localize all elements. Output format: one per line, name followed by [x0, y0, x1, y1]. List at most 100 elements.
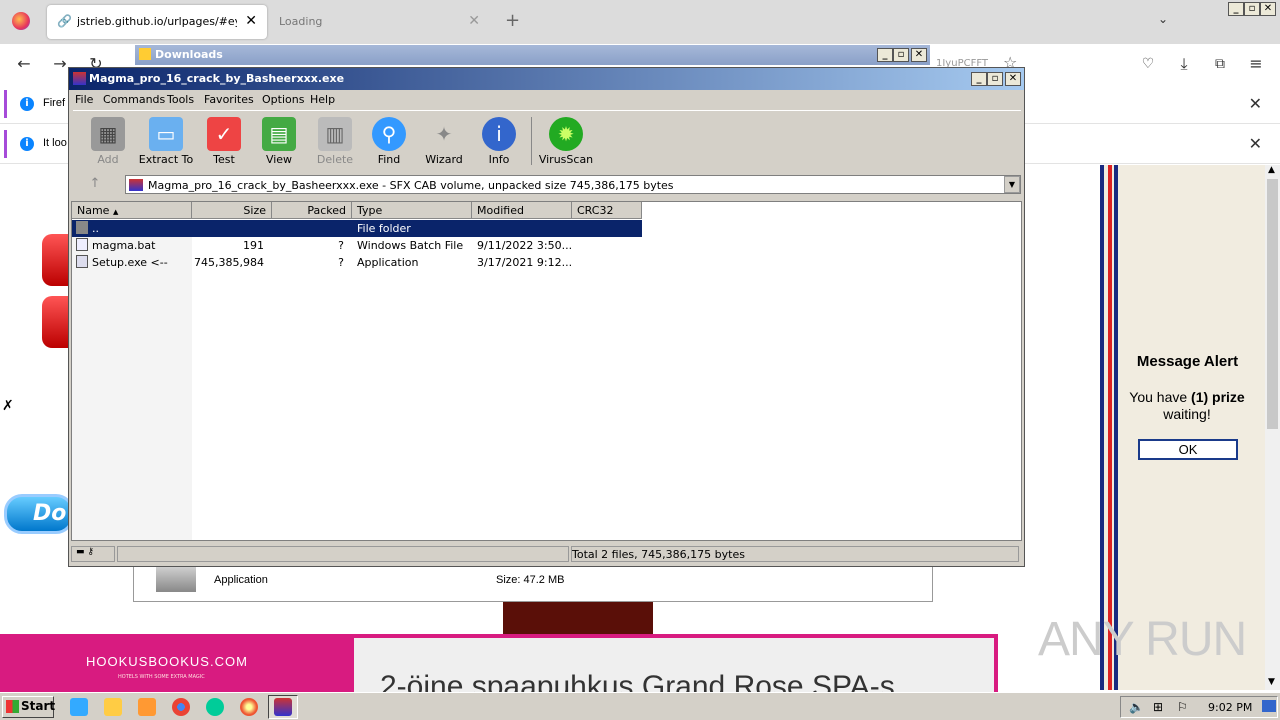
extensions-icon[interactable]: ⧉ [1206, 50, 1234, 78]
tab-active[interactable]: 🔗 jstrieb.github.io/urlpages/#eyJ2Z ✕ [47, 5, 267, 39]
explorer-icon[interactable] [104, 698, 122, 716]
downloads-window[interactable]: Downloads _ ▫ ✕ [135, 45, 930, 65]
file-list[interactable]: Name ▲ Size Packed Type Modified CRC32 .… [71, 201, 1022, 541]
tab-title: Loading [279, 15, 323, 28]
find-button[interactable]: ⚲ Find [361, 111, 417, 171]
toolbar-label: Wizard [425, 153, 463, 166]
menu-file[interactable]: File [75, 93, 93, 106]
title-bar[interactable]: Magma_pro_16_crack_by_Basheerxxx.exe _ ▫… [69, 68, 1024, 90]
column-crc32[interactable]: CRC32 [572, 202, 642, 219]
start-button[interactable]: Start [2, 696, 55, 718]
column-modified[interactable]: Modified [472, 202, 572, 219]
scroll-down-icon[interactable]: ▼ [1268, 677, 1275, 687]
close-icon[interactable]: ✕ [1249, 94, 1262, 113]
path-combobox[interactable]: Magma_pro_16_crack_by_Basheerxxx.exe - S… [125, 175, 1021, 194]
toolbar-label: View [265, 153, 293, 166]
flag-icon[interactable]: ⚐ [1177, 700, 1188, 714]
status-panel: Total 2 files, 745,386,175 bytes [571, 546, 1019, 562]
sort-asc-icon: ▲ [112, 208, 119, 216]
wizard-button[interactable]: ✦ Wizard [416, 111, 472, 171]
cell-modified: 9/11/2022 3:50... [477, 239, 573, 252]
dropdown-icon[interactable]: ▼ [1004, 176, 1020, 193]
page-scrollbar[interactable]: ▲ ▼ [1265, 165, 1280, 690]
winrar-window: Magma_pro_16_crack_by_Basheerxxx.exe _ ▫… [68, 67, 1025, 567]
info-icon: i [20, 137, 34, 151]
firefox-icon[interactable] [240, 698, 258, 716]
tab-loading[interactable]: Loading ✕ [270, 5, 490, 39]
add-icon: ▦ [91, 117, 125, 151]
window-title: Downloads [155, 48, 223, 61]
pocket-icon[interactable]: ♡ [1134, 50, 1162, 78]
new-tab-icon[interactable]: + [505, 10, 520, 31]
cell-type: Application [357, 256, 419, 269]
system-tray: 🔈 ⊞ ⚐ [1120, 696, 1278, 718]
column-name[interactable]: Name ▲ [72, 202, 192, 219]
extract-to-button[interactable]: ▭ Extract To [136, 111, 196, 171]
notification-text: Firef [43, 97, 65, 109]
up-arrow-icon[interactable]: ↑ [77, 176, 113, 194]
menu-tools[interactable]: Tools [167, 93, 194, 106]
drive-icon[interactable]: ▬ ⚷ [71, 546, 115, 562]
winrar-icon [73, 72, 86, 85]
edge-icon[interactable] [206, 698, 224, 716]
media-player-icon[interactable] [138, 698, 156, 716]
close-icon[interactable]: ✕ [468, 13, 480, 29]
notification-accent [4, 130, 7, 158]
network-icon[interactable]: ⊞ [1153, 700, 1163, 714]
table-row[interactable]: .. File folder [72, 220, 642, 237]
maximize-button[interactable]: ▫ [987, 72, 1003, 86]
winrar-taskbar-button[interactable] [268, 695, 298, 719]
column-type[interactable]: Type [352, 202, 472, 219]
view-button[interactable]: ▤ View [251, 111, 307, 171]
toolbar-label: Find [377, 153, 401, 166]
tab-title: jstrieb.github.io/urlpages/#eyJ2Z [77, 15, 237, 28]
ie-icon[interactable] [70, 698, 88, 716]
menu-options[interactable]: Options [262, 93, 304, 106]
table-row[interactable]: magma.bat 191 ? Windows Batch File 9/11/… [72, 237, 642, 254]
download-button-label: Do [33, 501, 67, 526]
scroll-up-icon[interactable]: ▲ [1268, 165, 1275, 175]
virusscan-button[interactable]: ✹ VirusScan [535, 111, 597, 171]
maximize-button[interactable]: ▫ [1244, 2, 1260, 16]
column-size[interactable]: Size [192, 202, 272, 219]
close-button[interactable]: ✕ [1005, 72, 1021, 86]
clipboard-icon: ✓ [207, 117, 241, 151]
info-icon: i [482, 117, 516, 151]
volume-icon[interactable]: 🔈 [1129, 700, 1144, 714]
close-button[interactable]: ✕ [1260, 2, 1276, 16]
scroll-thumb[interactable] [1267, 179, 1278, 429]
add-button[interactable]: ▦ Add [80, 111, 136, 171]
application-icon [76, 255, 88, 268]
chrome-icon[interactable] [172, 698, 190, 716]
close-icon[interactable]: ✕ [1249, 134, 1262, 153]
info-button[interactable]: i Info [471, 111, 527, 171]
column-packed[interactable]: Packed [272, 202, 352, 219]
cell-modified: 3/17/2021 9:12... [477, 256, 573, 269]
menu-favorites[interactable]: Favorites [204, 93, 254, 106]
menu-help[interactable]: Help [310, 93, 335, 106]
minimize-button[interactable]: _ [971, 72, 987, 86]
test-button[interactable]: ✓ Test [196, 111, 252, 171]
menu-icon[interactable]: ≡ [1242, 50, 1270, 78]
hotel-banner-ad[interactable]: HOOKUSBOOKUS.COM HOTELS WITH SOME EXTRA … [0, 634, 998, 703]
delete-button[interactable]: ▥ Delete [307, 111, 363, 171]
minimize-button[interactable]: _ [877, 48, 893, 62]
toolbar-label: Test [213, 153, 235, 166]
folder-icon [139, 48, 151, 60]
table-row[interactable]: Setup.exe <-- 745,385,984 ? Application … [72, 254, 642, 271]
ok-button[interactable]: OK [1138, 439, 1238, 460]
download-page-button[interactable]: Do [4, 494, 74, 534]
back-icon[interactable]: ← [10, 50, 38, 78]
notification-accent [4, 90, 7, 118]
maximize-button[interactable]: ▫ [893, 48, 909, 62]
red-button[interactable] [42, 234, 68, 286]
menu-commands[interactable]: Commands [103, 93, 165, 106]
show-desktop-icon[interactable] [1262, 700, 1276, 712]
download-icon[interactable]: ⤓ [1170, 50, 1198, 78]
close-button[interactable]: ✕ [911, 48, 927, 62]
firefox-icon[interactable] [12, 12, 30, 30]
close-icon[interactable]: ✕ [245, 13, 257, 29]
minimize-button[interactable]: _ [1228, 2, 1244, 16]
chevron-down-icon[interactable]: ⌄ [1158, 12, 1168, 26]
red-button[interactable] [42, 296, 68, 348]
